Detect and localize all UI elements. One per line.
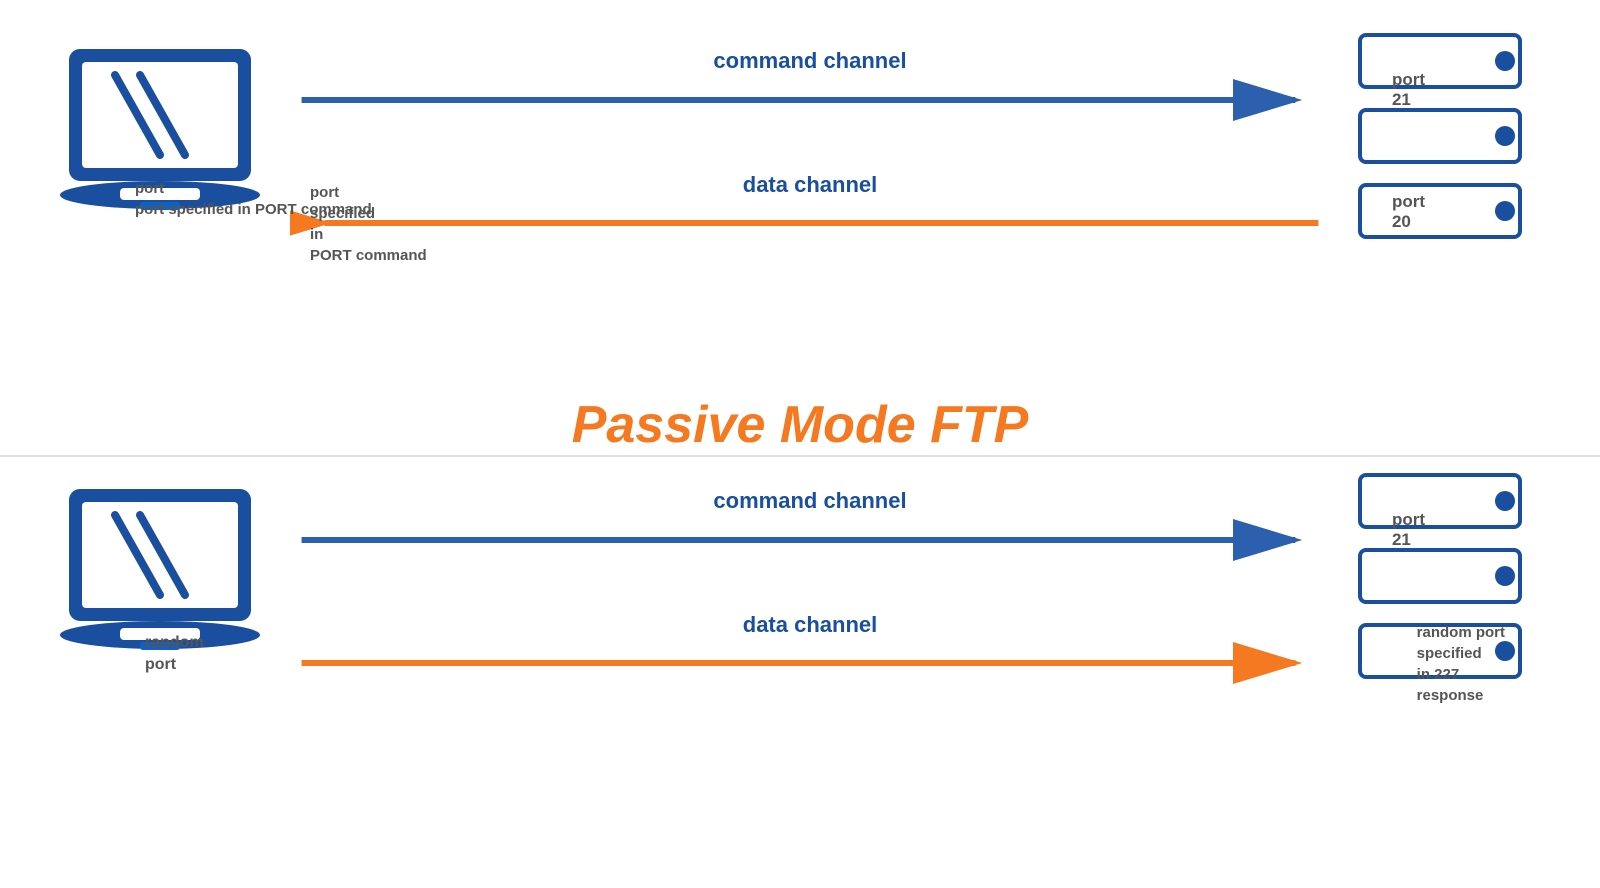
- active-port-specified-text: portspecifiedinPORT command: [310, 182, 427, 266]
- passive-mode-title: Passive Mode FTP: [0, 395, 1600, 455]
- active-data-channel-label: data channel: [743, 172, 877, 198]
- passive-data-port-left-label: randomport: [145, 632, 204, 677]
- passive-data-port-right-label: random portspecifiedin 227response: [1417, 622, 1505, 706]
- section-divider: [0, 455, 1600, 457]
- active-data-arrow: [290, 198, 1330, 248]
- active-cmd-channel-label: command channel: [713, 48, 906, 74]
- passive-cmd-arrow: [290, 515, 1330, 565]
- active-server-icon: [1350, 30, 1550, 265]
- active-cmd-arrow: [290, 75, 1330, 125]
- passive-data-channel-label: data channel: [743, 612, 877, 638]
- passive-cmd-channel-label: command channel: [713, 488, 906, 514]
- passive-cmd-port-label: port21: [1392, 510, 1425, 551]
- active-data-port-right-label: port20: [1392, 192, 1425, 233]
- active-mode-title: Active Mode FTP: [0, 0, 1600, 5]
- active-cmd-port-label: port21: [1392, 70, 1425, 111]
- passive-arrows-area: command channel port21 data channel ra: [290, 460, 1330, 800]
- active-arrows-area: command channel port21 data channel po: [290, 20, 1330, 360]
- passive-data-arrow: [290, 638, 1330, 688]
